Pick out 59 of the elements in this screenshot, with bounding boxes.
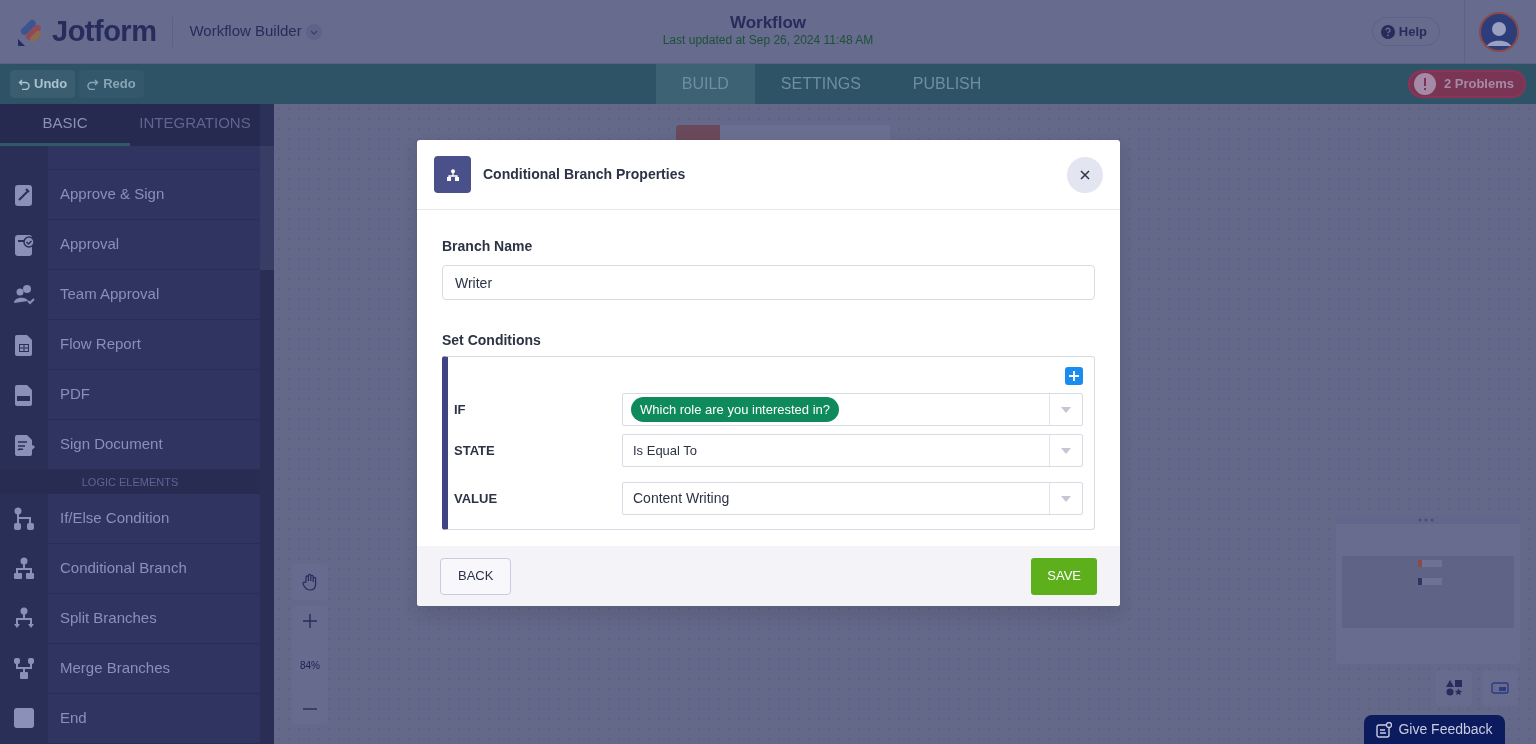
close-button[interactable] <box>1067 156 1103 193</box>
condition-label: VALUE <box>454 489 499 508</box>
hand-icon <box>302 573 318 591</box>
help-icon <box>1380 24 1395 39</box>
sign-document-icon <box>13 432 35 457</box>
signature-document-icon <box>13 182 35 207</box>
feedback-icon <box>1376 721 1393 738</box>
nav-tab[interactable]: SETTINGS <box>754 64 887 104</box>
branch-name-field[interactable]: Writer <box>442 265 1095 300</box>
dropdown-field[interactable]: Content Writing <box>622 482 1083 515</box>
condition-icon <box>13 506 35 531</box>
back-button[interactable]: BACK <box>440 557 512 595</box>
modal-title: Conditional Branch Properties <box>483 165 686 184</box>
chevron-down-icon <box>305 23 322 40</box>
field-label: Branch Name <box>442 237 534 256</box>
sidebar-tab[interactable]: INTEGRATIONS <box>130 104 260 146</box>
condition-label: STATE <box>454 441 496 460</box>
square-icon <box>13 706 35 731</box>
shapes-button[interactable] <box>1436 670 1472 706</box>
dropdown-field[interactable]: Is Equal To <box>622 434 1083 467</box>
pdf-icon <box>13 382 35 407</box>
product-dropdown[interactable]: Workflow Builder <box>189 20 322 43</box>
team-icon <box>13 282 35 307</box>
feedback-button[interactable]: Give Feedback <box>1364 715 1505 744</box>
undo-icon <box>18 78 30 90</box>
nav-tab[interactable]: PUBLISH <box>886 64 1008 104</box>
caret-icon <box>1061 495 1071 502</box>
report-icon <box>13 332 35 357</box>
shapes-icon <box>1446 680 1462 696</box>
minimap-toggle-button[interactable] <box>1482 670 1518 706</box>
branch-icon <box>13 556 35 581</box>
caret-icon <box>1061 406 1071 413</box>
hand-tool-button[interactable] <box>292 564 328 600</box>
plus-icon <box>1069 371 1079 381</box>
caret-icon <box>1061 447 1071 454</box>
merge-icon <box>13 656 35 681</box>
problems-button[interactable]: 2 Problems <box>1407 70 1526 98</box>
section-heading: LOGIC ELEMENTS <box>0 470 260 494</box>
section-label: Set Conditions <box>442 331 542 350</box>
branch-icon <box>434 156 471 193</box>
approval-document-icon <box>13 232 35 257</box>
zoom-level: 84% <box>300 658 320 673</box>
minimap-icon <box>1491 682 1509 694</box>
condition-label: IF <box>454 400 467 419</box>
dropdown-field[interactable]: Which role are you interested in? <box>622 393 1083 426</box>
save-button[interactable]: SAVE <box>1031 557 1097 595</box>
undo-button[interactable]: Undo <box>10 70 76 98</box>
avatar[interactable] <box>1479 11 1519 52</box>
redo-icon <box>87 78 100 90</box>
plus-icon <box>303 614 317 628</box>
warning-icon <box>1413 73 1436 95</box>
last-updated-text: Last updated at Sep 26, 2024 11:48 AM <box>662 33 874 48</box>
close-icon <box>1080 169 1090 180</box>
field-tag: Which role are you interested in? <box>631 396 840 422</box>
logo-text: Jotform <box>52 13 157 49</box>
page-title: Workflow <box>729 13 807 34</box>
zoom-in-button[interactable] <box>303 614 317 628</box>
scrollbar-thumb[interactable] <box>260 146 274 270</box>
add-condition-button[interactable] <box>1065 367 1083 385</box>
